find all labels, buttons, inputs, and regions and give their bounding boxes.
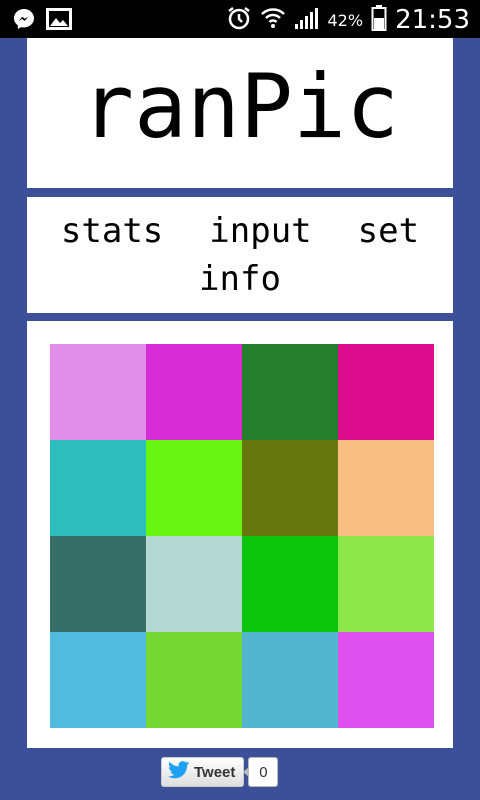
grid-cell bbox=[146, 344, 242, 440]
grid-cell bbox=[146, 632, 242, 728]
grid-cell bbox=[50, 344, 146, 440]
nav-info-link[interactable]: info bbox=[199, 255, 281, 303]
grid-cell bbox=[242, 440, 338, 536]
tweet-count: 0 bbox=[243, 757, 279, 787]
grid-cell bbox=[338, 440, 434, 536]
nav-input-link[interactable]: input bbox=[209, 207, 311, 255]
tweet-label: Tweet bbox=[194, 763, 236, 781]
grid-cell bbox=[50, 536, 146, 632]
grid-cell bbox=[146, 536, 242, 632]
grid-cell bbox=[338, 344, 434, 440]
tweet-button[interactable]: Tweet bbox=[161, 757, 245, 787]
alarm-icon bbox=[226, 5, 252, 35]
signal-icon bbox=[294, 6, 320, 34]
twitter-bird-icon bbox=[168, 761, 190, 783]
color-grid bbox=[50, 344, 434, 728]
app-title: ranPic bbox=[81, 55, 399, 158]
nav-stats-link[interactable]: stats bbox=[61, 207, 163, 255]
image-icon bbox=[46, 8, 72, 34]
clock: 21:53 bbox=[395, 5, 470, 35]
grid-cell bbox=[338, 536, 434, 632]
nav-panel: stats input set info bbox=[27, 197, 453, 313]
grid-cell bbox=[242, 632, 338, 728]
grid-cell bbox=[50, 632, 146, 728]
nav-set-link[interactable]: set bbox=[358, 207, 419, 255]
grid-cell bbox=[338, 632, 434, 728]
tweet-widget: Tweet 0 bbox=[161, 757, 279, 787]
wifi-icon bbox=[260, 5, 286, 35]
grid-cell bbox=[242, 344, 338, 440]
grid-cell bbox=[50, 440, 146, 536]
grid-cell bbox=[242, 536, 338, 632]
title-panel: ranPic bbox=[27, 38, 453, 188]
picture-panel bbox=[27, 321, 453, 748]
messenger-icon bbox=[12, 7, 36, 35]
battery-icon bbox=[371, 4, 387, 36]
battery-percent: 42% bbox=[327, 10, 364, 30]
status-bar: 42% 21:53 bbox=[0, 0, 480, 38]
grid-cell bbox=[146, 440, 242, 536]
